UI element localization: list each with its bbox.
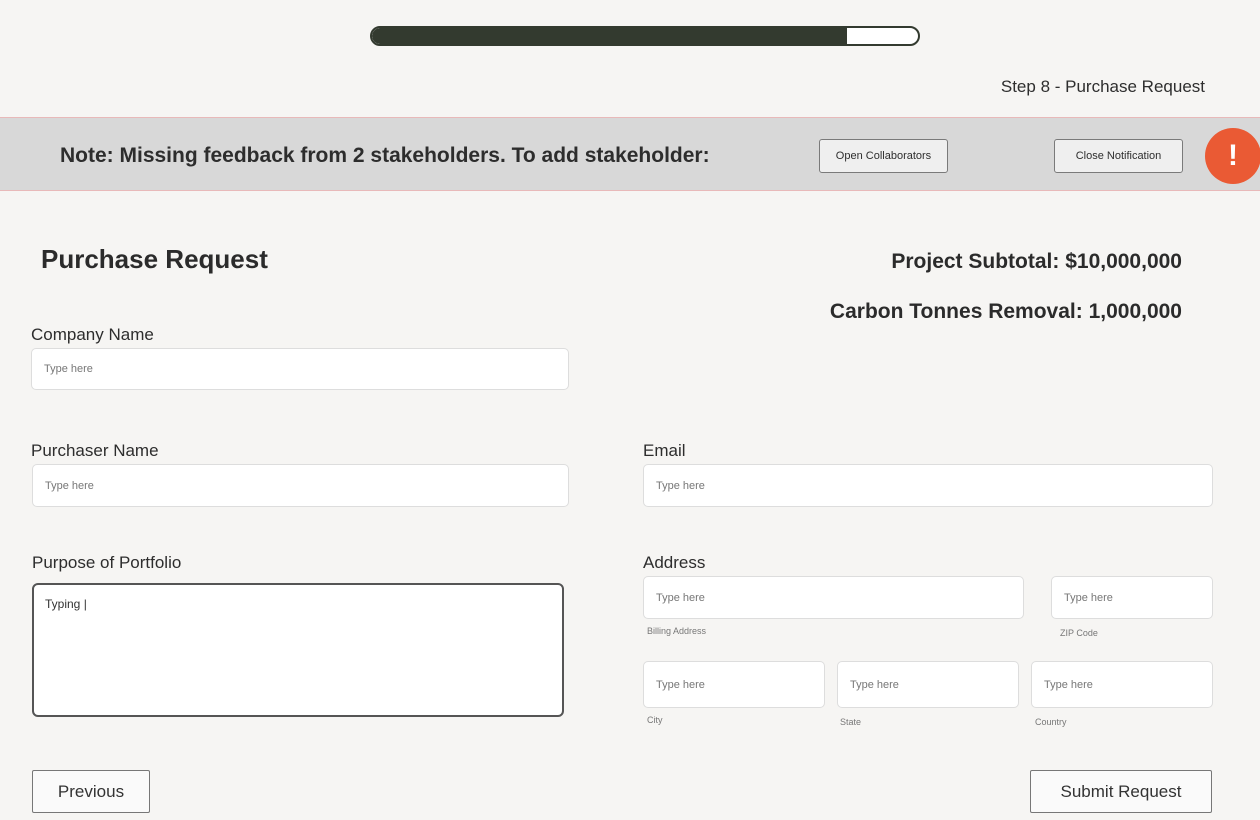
page-title: Purchase Request <box>41 244 268 274</box>
project-subtotal: Project Subtotal: $10,000,000 <box>891 250 1182 273</box>
city-hint: City <box>647 715 663 725</box>
state-hint: State <box>840 717 862 727</box>
submit-request-button[interactable]: Submit Request <box>1030 770 1212 813</box>
previous-button[interactable]: Previous <box>32 770 150 813</box>
purpose-textarea[interactable] <box>32 583 564 717</box>
purchaser-name-input[interactable] <box>32 464 569 507</box>
state-input[interactable] <box>837 661 1019 708</box>
exclamation-icon: ! <box>1205 128 1260 184</box>
country-input[interactable] <box>1031 661 1213 708</box>
notification-text: Note: Missing feedback from 2 stakeholde… <box>60 144 710 167</box>
email-input[interactable] <box>643 464 1213 507</box>
purchaser-name-label: Purchaser Name <box>31 441 159 460</box>
company-name-label: Company Name <box>31 325 154 344</box>
zip-code-input[interactable] <box>1051 576 1213 619</box>
city-input[interactable] <box>643 661 825 708</box>
carbon-tonnes-removal: Carbon Tonnes Removal: 1,000,000 <box>829 300 1182 323</box>
billing-address-input[interactable] <box>643 576 1024 619</box>
step-label: Step 8 - Purchase Request <box>1000 77 1205 96</box>
email-label: Email <box>643 441 686 460</box>
close-notification-button[interactable]: Close Notification <box>1054 139 1183 173</box>
zip-code-hint: ZIP Code <box>1060 628 1098 638</box>
country-hint: Country <box>1035 717 1067 727</box>
company-name-input[interactable] <box>31 348 569 390</box>
billing-address-hint: Billing Address <box>647 626 707 636</box>
progress-bar-fill <box>372 28 848 44</box>
progress-bar <box>370 26 920 46</box>
address-label: Address <box>643 553 706 572</box>
purpose-label: Purpose of Portfolio <box>32 553 182 572</box>
open-collaborators-button[interactable]: Open Collaborators <box>819 139 948 173</box>
purchase-request-page: Step 8 - Purchase Request Note: Missing … <box>0 0 1260 820</box>
